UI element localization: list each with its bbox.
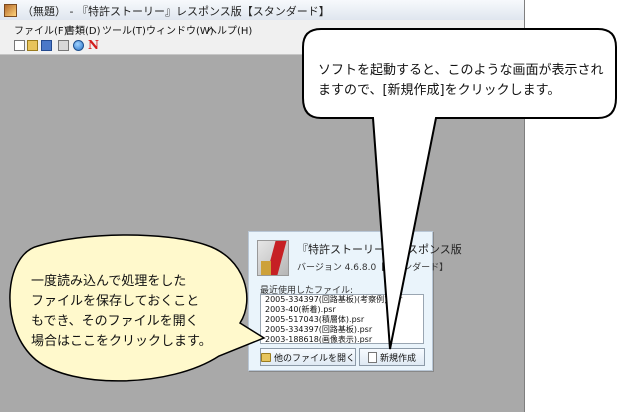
new-document-icon xyxy=(367,351,377,363)
menu-bar: ファイル(F) 書類(D) ツール(T) ウィンドウ(W) ヘルプ(H) xyxy=(0,20,524,38)
recent-files-list: 2005-334397(回路基板)(考察例).psr 2003-40(新着).p… xyxy=(260,294,424,344)
save-icon[interactable] xyxy=(41,40,52,51)
callout-top-text: ソフトを起動すると、このような画面が表示され ますので、[新規作成]をクリックし… xyxy=(318,61,603,101)
menu-help[interactable]: ヘルプ(H) xyxy=(207,22,252,37)
new-file-label: 新規作成 xyxy=(379,353,416,364)
callout-left-line: もでき、そのファイルを開く xyxy=(31,314,199,329)
app-logo-icon xyxy=(257,240,289,276)
callout-top-line: ますので、[新規作成]をクリックします。 xyxy=(318,83,561,98)
callout-top-line: ソフトを起動すると、このような画面が表示され xyxy=(318,63,604,78)
dialog-version: バージョン 4.6.8.0【スタンダード】 xyxy=(297,263,449,273)
new-file-button[interactable]: 新規作成 xyxy=(359,348,425,366)
recent-file-item[interactable]: 2005-334397(回路基板).psr xyxy=(261,325,423,335)
n-logo-icon[interactable]: N xyxy=(88,39,100,51)
open-folder-icon[interactable] xyxy=(27,40,38,51)
open-other-file-label: 他のファイルを開く xyxy=(273,353,355,364)
title-bar: （無題） - 『特許ストーリー』レスポンス版【スタンダード】 xyxy=(0,0,524,21)
open-other-file-button[interactable]: 他のファイルを開く xyxy=(260,348,356,366)
menu-document[interactable]: 書類(D) xyxy=(65,22,101,37)
start-dialog: 『特許ストーリー』レスポンス版 バージョン 4.6.8.0【スタンダード】 最近… xyxy=(248,231,462,371)
callout-left-text: 一度読み込んで処理をした ファイルを保存しておくこと もでき、そのファイルを開く… xyxy=(31,272,212,352)
callout-left-line: 場合はここをクリックします。 xyxy=(31,334,212,349)
print-icon[interactable] xyxy=(58,40,69,51)
callout-left-line: ファイルを保存しておくこと xyxy=(31,294,200,309)
menu-tools[interactable]: ツール(T) xyxy=(102,22,146,37)
logo-gold-block xyxy=(261,261,271,275)
menu-file[interactable]: ファイル(F) xyxy=(14,22,68,37)
recent-file-item[interactable]: 2005-517043(積層体).psr xyxy=(261,315,423,325)
menu-window[interactable]: ウィンドウ(W) xyxy=(146,22,214,37)
new-document-icon[interactable] xyxy=(14,40,25,51)
recent-file-item[interactable]: 2003-40(新着).psr xyxy=(261,305,423,315)
callout-left-line: 一度読み込んで処理をした xyxy=(31,274,187,289)
recent-file-item[interactable]: 2003-188618(画像表示).psr xyxy=(261,335,423,343)
app-icon xyxy=(4,4,17,17)
dialog-app-name: 『特許ストーリー』レスポンス版 xyxy=(297,243,462,256)
folder-icon xyxy=(261,352,271,362)
recent-file-item[interactable]: 2005-334397(回路基板)(考察例).psr xyxy=(261,295,423,305)
globe-icon[interactable] xyxy=(73,40,84,51)
window-title: （無題） - 『特許ストーリー』レスポンス版【スタンダード】 xyxy=(22,5,330,18)
toolbar: N xyxy=(0,37,524,55)
